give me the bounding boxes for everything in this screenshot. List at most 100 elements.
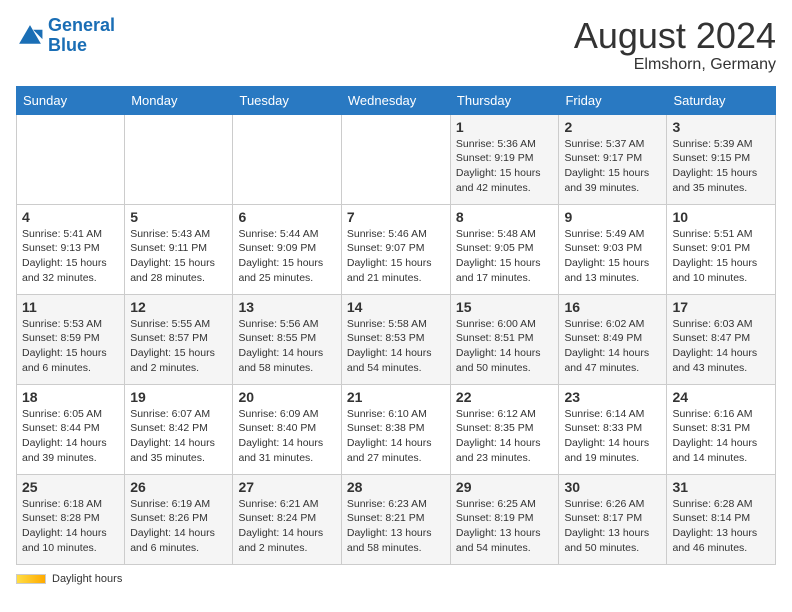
- month-year: August 2024: [574, 16, 776, 56]
- day-number: 8: [456, 209, 554, 225]
- calendar-table: SundayMondayTuesdayWednesdayThursdayFrid…: [16, 86, 776, 565]
- day-number: 1: [456, 119, 554, 135]
- day-info: Sunrise: 5:58 AM Sunset: 8:53 PM Dayligh…: [347, 317, 445, 376]
- week-row-3: 18Sunrise: 6:05 AM Sunset: 8:44 PM Dayli…: [17, 384, 776, 474]
- day-info: Sunrise: 6:19 AM Sunset: 8:26 PM Dayligh…: [130, 497, 227, 556]
- calendar-cell: 6Sunrise: 5:44 AM Sunset: 9:09 PM Daylig…: [233, 204, 341, 294]
- day-number: 12: [130, 299, 227, 315]
- day-info: Sunrise: 6:10 AM Sunset: 8:38 PM Dayligh…: [347, 407, 445, 466]
- day-info: Sunrise: 6:03 AM Sunset: 8:47 PM Dayligh…: [672, 317, 770, 376]
- day-info: Sunrise: 6:07 AM Sunset: 8:42 PM Dayligh…: [130, 407, 227, 466]
- title-block: August 2024 Elmshorn, Germany: [574, 16, 776, 74]
- legend-icon: [16, 574, 46, 584]
- day-number: 21: [347, 389, 445, 405]
- header-cell-saturday: Saturday: [667, 86, 776, 114]
- day-number: 28: [347, 479, 445, 495]
- calendar-cell: [233, 114, 341, 204]
- header-cell-sunday: Sunday: [17, 86, 125, 114]
- calendar-cell: [17, 114, 125, 204]
- day-info: Sunrise: 5:43 AM Sunset: 9:11 PM Dayligh…: [130, 227, 227, 286]
- day-number: 15: [456, 299, 554, 315]
- calendar-cell: 17 Sunrise: 6:03 AM Sunset: 8:47 PM Dayli…: [667, 294, 776, 384]
- logo: General Blue: [16, 16, 115, 56]
- calendar-cell: 14 Sunrise: 5:58 AM Sunset: 8:53 PM Dayli…: [341, 294, 450, 384]
- calendar-cell: 11 Sunrise: 5:53 AM Sunset: 8:59 PM Dayli…: [17, 294, 125, 384]
- header-cell-thursday: Thursday: [450, 86, 559, 114]
- day-info: Sunrise: 5:53 AM Sunset: 8:59 PM Dayligh…: [22, 317, 119, 376]
- header-cell-monday: Monday: [125, 86, 233, 114]
- day-info: Sunrise: 6:21 AM Sunset: 8:24 PM Dayligh…: [238, 497, 335, 556]
- calendar-cell: 29Sunrise: 6:25 AM Sunset: 8:19 PM Dayli…: [450, 474, 559, 564]
- day-number: 2: [564, 119, 661, 135]
- calendar-cell: [125, 114, 233, 204]
- day-info: Sunrise: 6:05 AM Sunset: 8:44 PM Dayligh…: [22, 407, 119, 466]
- location: Elmshorn, Germany: [574, 56, 776, 74]
- day-number: 16: [564, 299, 661, 315]
- calendar-cell: 9Sunrise: 5:49 AM Sunset: 9:03 PM Daylig…: [559, 204, 667, 294]
- header: General Blue August 2024 Elmshorn, Germa…: [16, 16, 776, 74]
- day-info: Sunrise: 6:00 AM Sunset: 8:51 PM Dayligh…: [456, 317, 554, 376]
- day-info: Sunrise: 6:28 AM Sunset: 8:14 PM Dayligh…: [672, 497, 770, 556]
- day-info: Sunrise: 6:25 AM Sunset: 8:19 PM Dayligh…: [456, 497, 554, 556]
- day-number: 24: [672, 389, 770, 405]
- day-info: Sunrise: 5:51 AM Sunset: 9:01 PM Dayligh…: [672, 227, 770, 286]
- header-row: SundayMondayTuesdayWednesdayThursdayFrid…: [17, 86, 776, 114]
- calendar-cell: [341, 114, 450, 204]
- day-info: Sunrise: 6:16 AM Sunset: 8:31 PM Dayligh…: [672, 407, 770, 466]
- calendar-header: SundayMondayTuesdayWednesdayThursdayFrid…: [17, 86, 776, 114]
- day-number: 30: [564, 479, 661, 495]
- day-number: 22: [456, 389, 554, 405]
- day-info: Sunrise: 5:36 AM Sunset: 9:19 PM Dayligh…: [456, 137, 554, 196]
- day-info: Sunrise: 6:12 AM Sunset: 8:35 PM Dayligh…: [456, 407, 554, 466]
- day-info: Sunrise: 5:55 AM Sunset: 8:57 PM Dayligh…: [130, 317, 227, 376]
- calendar-cell: 13Sunrise: 5:56 AM Sunset: 8:55 PM Dayli…: [233, 294, 341, 384]
- header-cell-wednesday: Wednesday: [341, 86, 450, 114]
- calendar-cell: 4Sunrise: 5:41 AM Sunset: 9:13 PM Daylig…: [17, 204, 125, 294]
- day-number: 7: [347, 209, 445, 225]
- week-row-1: 4Sunrise: 5:41 AM Sunset: 9:13 PM Daylig…: [17, 204, 776, 294]
- day-info: Sunrise: 5:39 AM Sunset: 9:15 PM Dayligh…: [672, 137, 770, 196]
- calendar-cell: 27 Sunrise: 6:21 AM Sunset: 8:24 PM Dayli…: [233, 474, 341, 564]
- calendar-cell: 24 Sunrise: 6:16 AM Sunset: 8:31 PM Dayli…: [667, 384, 776, 474]
- day-info: Sunrise: 6:02 AM Sunset: 8:49 PM Dayligh…: [564, 317, 661, 376]
- calendar-cell: 3 Sunrise: 5:39 AM Sunset: 9:15 PM Daylig…: [667, 114, 776, 204]
- calendar-cell: 26 Sunrise: 6:19 AM Sunset: 8:26 PM Dayli…: [125, 474, 233, 564]
- calendar-cell: 12 Sunrise: 5:55 AM Sunset: 8:57 PM Dayli…: [125, 294, 233, 384]
- calendar-body: 1 Sunrise: 5:36 AM Sunset: 9:19 PM Daylig…: [17, 114, 776, 564]
- header-cell-tuesday: Tuesday: [233, 86, 341, 114]
- day-number: 3: [672, 119, 770, 135]
- day-info: Sunrise: 6:23 AM Sunset: 8:21 PM Dayligh…: [347, 497, 445, 556]
- day-number: 19: [130, 389, 227, 405]
- day-number: 20: [238, 389, 335, 405]
- calendar-cell: 18Sunrise: 6:05 AM Sunset: 8:44 PM Dayli…: [17, 384, 125, 474]
- calendar-cell: 28 Sunrise: 6:23 AM Sunset: 8:21 PM Dayli…: [341, 474, 450, 564]
- day-number: 5: [130, 209, 227, 225]
- logo-general: General: [48, 15, 115, 35]
- calendar-cell: 21 Sunrise: 6:10 AM Sunset: 8:38 PM Dayli…: [341, 384, 450, 474]
- day-number: 26: [130, 479, 227, 495]
- day-number: 27: [238, 479, 335, 495]
- logo-blue: Blue: [48, 35, 87, 55]
- calendar-cell: 7Sunrise: 5:46 AM Sunset: 9:07 PM Daylig…: [341, 204, 450, 294]
- day-number: 31: [672, 479, 770, 495]
- logo-text: General Blue: [48, 16, 115, 56]
- calendar-cell: 20 Sunrise: 6:09 AM Sunset: 8:40 PM Dayli…: [233, 384, 341, 474]
- day-number: 6: [238, 209, 335, 225]
- week-row-2: 11 Sunrise: 5:53 AM Sunset: 8:59 PM Dayli…: [17, 294, 776, 384]
- calendar-cell: 19 Sunrise: 6:07 AM Sunset: 8:42 PM Dayli…: [125, 384, 233, 474]
- week-row-4: 25Sunrise: 6:18 AM Sunset: 8:28 PM Dayli…: [17, 474, 776, 564]
- legend-label: Daylight hours: [52, 573, 122, 585]
- calendar-cell: 30Sunrise: 6:26 AM Sunset: 8:17 PM Dayli…: [559, 474, 667, 564]
- day-number: 17: [672, 299, 770, 315]
- day-info: Sunrise: 6:14 AM Sunset: 8:33 PM Dayligh…: [564, 407, 661, 466]
- day-number: 14: [347, 299, 445, 315]
- day-number: 11: [22, 299, 119, 315]
- day-number: 10: [672, 209, 770, 225]
- calendar-cell: 23Sunrise: 6:14 AM Sunset: 8:33 PM Dayli…: [559, 384, 667, 474]
- legend: Daylight hours: [16, 573, 776, 585]
- calendar-cell: 1 Sunrise: 5:36 AM Sunset: 9:19 PM Daylig…: [450, 114, 559, 204]
- day-info: Sunrise: 5:49 AM Sunset: 9:03 PM Dayligh…: [564, 227, 661, 286]
- header-cell-friday: Friday: [559, 86, 667, 114]
- day-info: Sunrise: 6:09 AM Sunset: 8:40 PM Dayligh…: [238, 407, 335, 466]
- calendar-cell: 8Sunrise: 5:48 AM Sunset: 9:05 PM Daylig…: [450, 204, 559, 294]
